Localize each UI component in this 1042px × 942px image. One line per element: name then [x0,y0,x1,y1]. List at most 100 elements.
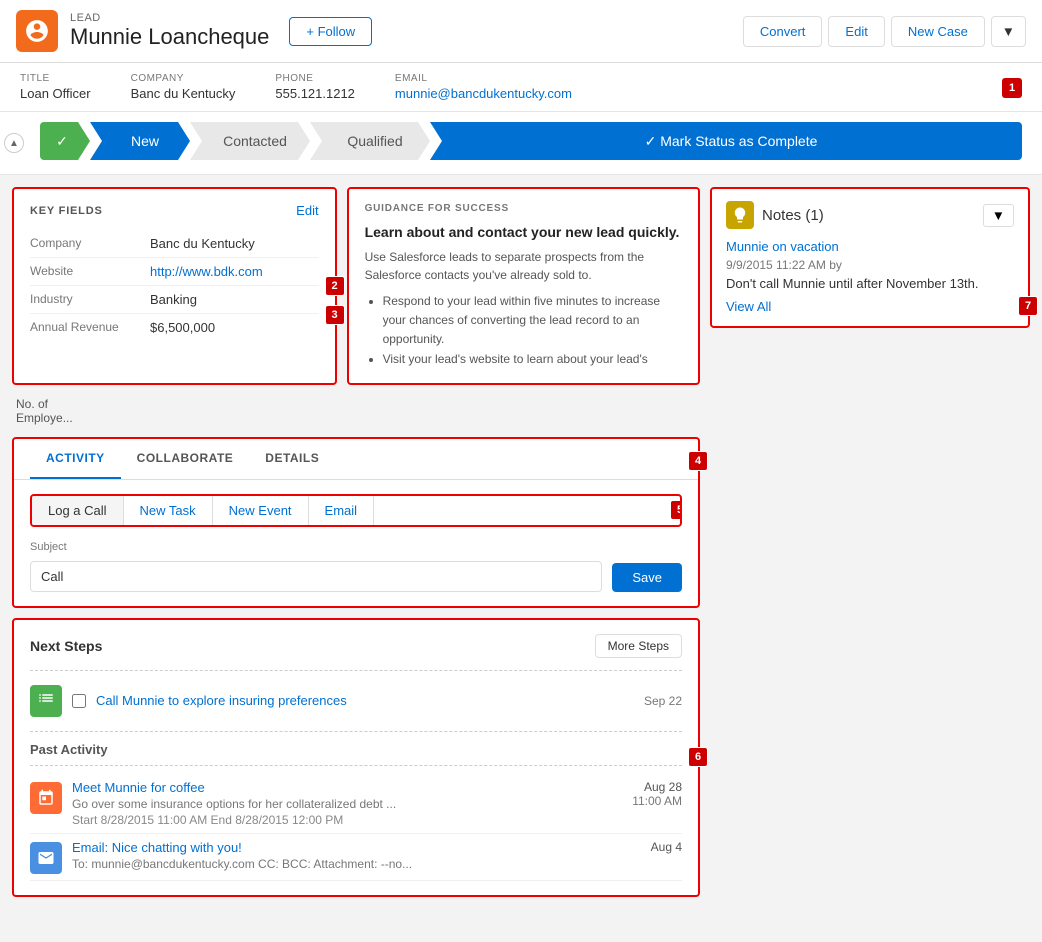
tab-collaborate[interactable]: COLLABORATE [121,439,250,479]
header-title-block: LEAD Munnie Loancheque [70,12,269,50]
task-date-1: Sep 22 [644,694,682,708]
key-fields-edit-link[interactable]: Edit [296,203,318,218]
task-list-icon [37,692,55,710]
field-name-revenue: Annual Revenue [30,320,150,335]
note-icon [731,206,749,224]
key-fields-title: KEY FIELDS [30,205,103,217]
status-step-check[interactable]: ✓ [40,122,90,160]
task-text-1[interactable]: Call Munnie to explore insuring preferen… [96,693,634,708]
edit-button[interactable]: Edit [828,16,884,47]
annotation-5: 5 [670,500,682,520]
record-name: Munnie Loancheque [70,24,269,50]
activity-date-2: Aug 4 [612,840,682,854]
subtab-new-task[interactable]: New Task [124,496,213,525]
activity-subtabs: Log a Call New Task New Event Email 5 [30,494,682,527]
status-container: ▲ ✓ New Contacted Qualified ✓ Mark Statu… [0,112,1042,175]
header: LEAD Munnie Loancheque + Follow Convert … [0,0,1042,63]
email-value: munnie@bancdukentucky.com [395,86,572,101]
company-field: COMPANY Banc du Kentucky [131,73,236,101]
subtab-log-call[interactable]: Log a Call [32,496,124,525]
view-all-link[interactable]: View All [726,299,1014,314]
subtab-new-event[interactable]: New Event [213,496,309,525]
guidance-panel: GUIDANCE FOR SUCCESS Learn about and con… [347,187,700,385]
key-fields-header: KEY FIELDS Edit [30,203,319,218]
save-button[interactable]: Save [612,563,682,592]
field-row-revenue: Annual Revenue $6,500,000 [30,314,319,341]
divider-2 [30,731,682,732]
past-activity-label: Past Activity [30,742,682,757]
task-icon-green [30,685,62,717]
notes-panel: Notes (1) ▼ Munnie on vacation 9/9/2015 … [710,187,1030,328]
task-checkbox-1[interactable] [72,694,86,708]
subtab-email[interactable]: Email [309,496,375,525]
activity-date-1: Aug 28 [612,780,682,794]
activity-item-1: Meet Munnie for coffee Go over some insu… [30,774,682,834]
divider-3 [30,765,682,766]
follow-button[interactable]: + Follow [289,17,372,46]
activity-link-1[interactable]: Meet Munnie for coffee [72,780,602,795]
employees-label: No. ofEmploye... [12,395,700,427]
task-item-1: Call Munnie to explore insuring preferen… [30,679,682,723]
activity-details-2: Email: Nice chatting with you! To: munni… [72,840,602,874]
field-row-company: Company Banc du Kentucky [30,230,319,258]
status-step-new[interactable]: New [90,122,190,160]
info-bar: TITLE Loan Officer COMPANY Banc du Kentu… [0,63,1042,112]
guidance-bullet-2: Visit your lead's website to learn about… [383,350,682,369]
new-case-button[interactable]: New Case [891,16,985,47]
notes-icon [726,201,754,229]
main-content: KEY FIELDS Edit Company Banc du Kentucky… [0,175,1042,909]
guidance-bullet-1: Respond to your lead within five minutes… [383,292,682,350]
log-call-form: Subject Save [30,541,682,592]
convert-button[interactable]: Convert [743,16,823,47]
status-step-mark-complete[interactable]: ✓ Mark Status as Complete [430,122,1022,160]
activity-details-1: Meet Munnie for coffee Go over some insu… [72,780,602,827]
activity-desc-2: To: munnie@bancdukentucky.com CC: BCC: A… [72,857,602,871]
status-qualified-label: Qualified [347,133,402,149]
activity-date-block-1: Aug 28 11:00 AM [612,780,682,827]
top-panels: KEY FIELDS Edit Company Banc du Kentucky… [12,187,700,385]
guidance-text: Use Salesforce leads to separate prospec… [365,248,682,284]
mark-complete-label: ✓ Mark Status as Complete [645,133,818,150]
more-steps-button[interactable]: More Steps [595,634,682,658]
status-new-label: New [131,133,159,149]
check-icon: ✓ [56,133,68,150]
tab-activity[interactable]: ACTIVITY [30,439,121,479]
subject-row: Save [30,561,682,592]
activity-time-1: 11:00 AM [612,794,682,808]
field-row-website: Website http://www.bdk.com [30,258,319,286]
field-value-industry: Banking [150,292,197,307]
tab-activity-content: Log a Call New Task New Event Email 5 Su… [14,480,698,606]
field-row-industry: Industry Banking [30,286,319,314]
annotation-6: 6 [688,747,708,767]
collapse-button[interactable]: ▲ [4,133,24,153]
note-meta: 9/9/2015 11:22 AM by [726,258,1014,272]
status-step-qualified[interactable]: Qualified [310,122,430,160]
activity-item-2: Email: Nice chatting with you! To: munni… [30,834,682,881]
note-body: Don't call Munnie until after November 1… [726,276,1014,291]
tab-details[interactable]: DETAILS [249,439,335,479]
notes-dropdown-button[interactable]: ▼ [983,204,1014,227]
guidance-title: GUIDANCE FOR SUCCESS [365,203,682,214]
field-name-company: Company [30,236,150,251]
activity-link-2[interactable]: Email: Nice chatting with you! [72,840,602,855]
status-bar: ✓ New Contacted Qualified ✓ Mark Status … [40,122,1022,160]
subject-input[interactable] [30,561,602,592]
note-title-link[interactable]: Munnie on vacation [726,239,1014,254]
field-name-industry: Industry [30,292,150,307]
field-value-company: Banc du Kentucky [150,236,255,251]
status-step-contacted[interactable]: Contacted [190,122,310,160]
next-steps-title: Next Steps [30,638,102,654]
info-bar-wrapper: TITLE Loan Officer COMPANY Banc du Kentu… [0,63,1042,112]
header-actions: Convert Edit New Case ▼ [743,16,1026,47]
calendar-icon [37,789,55,807]
field-value-website[interactable]: http://www.bdk.com [150,264,263,279]
status-contacted-label: Contacted [223,133,287,149]
tabs-panel: ACTIVITY COLLABORATE DETAILS Log a Call … [12,437,700,608]
activity-desc-1: Go over some insurance options for her c… [72,797,602,811]
info-annotation: 1 [1002,78,1022,98]
activity-icon-1 [30,782,62,814]
left-column: KEY FIELDS Edit Company Banc du Kentucky… [12,187,700,897]
page-wrapper: LEAD Munnie Loancheque + Follow Convert … [0,0,1042,942]
guidance-heading: Learn about and contact your new lead qu… [365,224,682,240]
more-actions-button[interactable]: ▼ [991,16,1026,47]
